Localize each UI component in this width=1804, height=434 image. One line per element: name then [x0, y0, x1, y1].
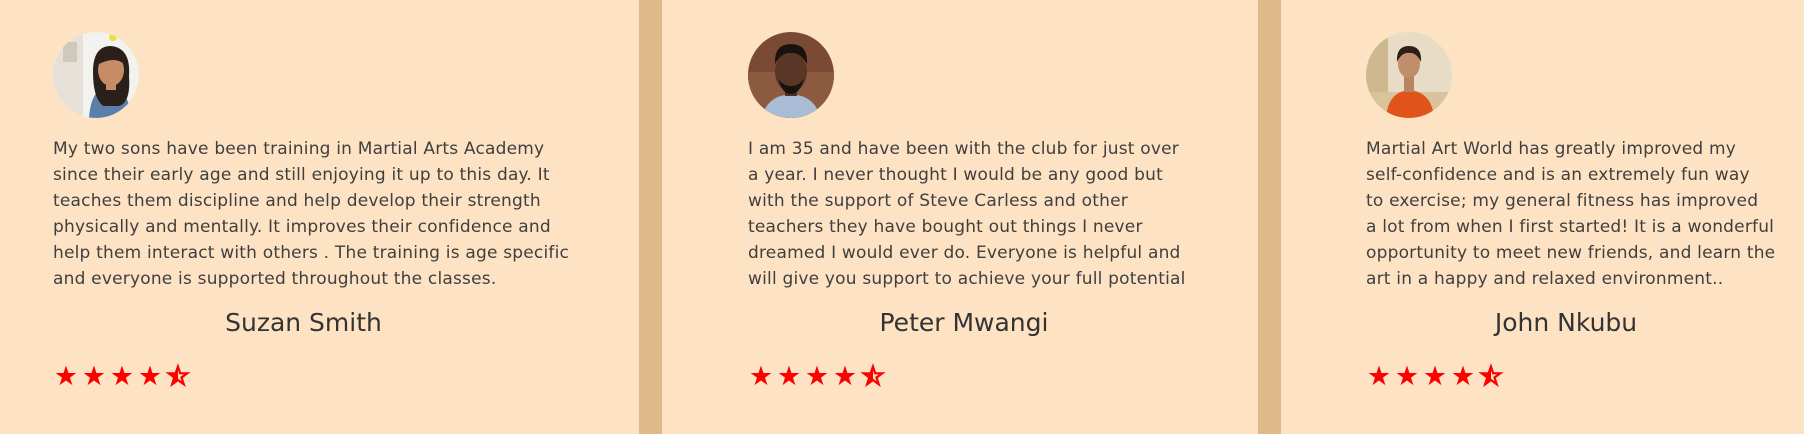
star-icon: ★: [1366, 361, 1392, 392]
testimonial-author-name: Suzan Smith: [225, 308, 382, 337]
avatar: [1366, 32, 1452, 118]
quote-line: since their early age and still enjoying…: [53, 165, 550, 185]
testimonial-card: I am 35 and have been with the club for …: [662, 0, 1258, 434]
testimonial-quote: Martial Art World has greatly improved m…: [1366, 136, 1786, 292]
quote-line: a year. I never thought I would be any g…: [748, 165, 1163, 185]
quote-line: teachers they have bought out things I n…: [748, 217, 1143, 237]
testimonial-card: Martial Art World has greatly improved m…: [1281, 0, 1804, 434]
star-icon: ★: [748, 361, 774, 392]
half-star-icon: ☆ ★: [1478, 361, 1504, 392]
testimonial-quote: My two sons have been training in Martia…: [53, 136, 573, 292]
avatar-man-icon: [748, 32, 834, 118]
avatar-woman-icon: [53, 32, 139, 118]
star-icon: ★: [109, 361, 135, 392]
half-star-icon: ☆ ★: [860, 361, 886, 392]
half-star-icon: ☆ ★: [165, 361, 191, 392]
star-icon: ★: [137, 361, 163, 392]
testimonials-row: My two sons have been training in Martia…: [0, 0, 1804, 434]
testimonial-card: My two sons have been training in Martia…: [0, 0, 639, 434]
quote-line: dreamed I would ever do. Everyone is hel…: [748, 243, 1181, 263]
star-rating: ★ ★ ★ ★ ☆ ★: [1366, 361, 1504, 392]
star-icon: ★: [804, 361, 830, 392]
star-icon: ★: [776, 361, 802, 392]
half-star-fill: ★: [165, 364, 178, 390]
quote-line: I am 35 and have been with the club for …: [748, 139, 1179, 159]
quote-line: help them interact with others . The tra…: [53, 243, 570, 263]
quote-line: opportunity to meet new friends, and lea…: [1366, 243, 1776, 263]
avatar: [748, 32, 834, 118]
quote-line: will give you support to achieve your fu…: [748, 269, 1186, 289]
quote-line: physically and mentally. It improves the…: [53, 217, 551, 237]
star-icon: ★: [832, 361, 858, 392]
avatar-woman-orange-shirt-icon: [1366, 32, 1452, 118]
star-icon: ★: [81, 361, 107, 392]
star-rating: ★ ★ ★ ★ ☆ ★: [53, 361, 191, 392]
quote-line: teaches them discipline and help develop…: [53, 191, 541, 211]
quote-line: Martial Art World has greatly improved m…: [1366, 139, 1737, 159]
star-rating: ★ ★ ★ ★ ☆ ★: [748, 361, 886, 392]
quote-line: and everyone is supported throughout the…: [53, 269, 497, 289]
half-star-fill: ★: [860, 364, 873, 390]
star-icon: ★: [1394, 361, 1420, 392]
quote-line: with the support of Steve Carless and ot…: [748, 191, 1128, 211]
quote-line: self-confidence and is an extremely fun …: [1366, 165, 1750, 185]
quote-line: art in a happy and relaxed environment..: [1366, 269, 1724, 289]
testimonial-quote: I am 35 and have been with the club for …: [748, 136, 1208, 292]
star-icon: ★: [1422, 361, 1448, 392]
testimonial-author-name: Peter Mwangi: [879, 308, 1049, 337]
star-icon: ★: [1450, 361, 1476, 392]
quote-line: to exercise; my general fitness has impr…: [1366, 191, 1759, 211]
half-star-fill: ★: [1478, 364, 1491, 390]
testimonial-author-name: John Nkubu: [1494, 308, 1638, 337]
star-icon: ★: [53, 361, 79, 392]
quote-line: My two sons have been training in Martia…: [53, 139, 545, 159]
avatar: [53, 32, 139, 118]
quote-line: a lot from when I first started! It is a…: [1366, 217, 1775, 237]
